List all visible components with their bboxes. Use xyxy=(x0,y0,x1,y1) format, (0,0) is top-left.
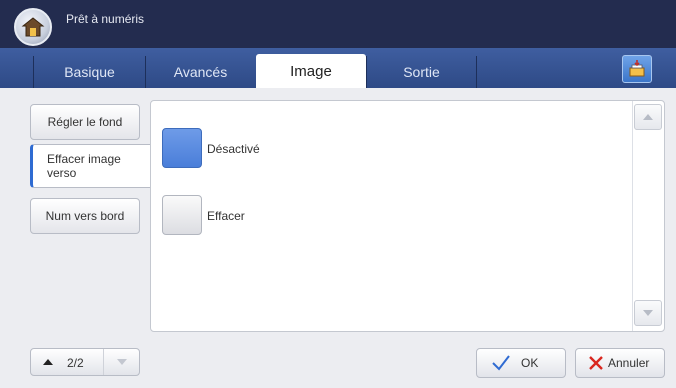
tab-divider xyxy=(476,56,477,88)
option-effacer-button[interactable] xyxy=(162,195,202,235)
close-icon xyxy=(589,356,603,370)
sidebar-item-num-vers-bord[interactable]: Num vers bord xyxy=(30,198,140,234)
status-title: Prêt à numéris xyxy=(66,12,145,26)
scrollbar-track[interactable] xyxy=(632,101,664,331)
tab-avances[interactable]: Avancés xyxy=(145,56,255,88)
triangle-down-icon xyxy=(643,310,653,316)
triangle-up-icon xyxy=(643,114,653,120)
tab-avances-label: Avancés xyxy=(173,64,228,80)
sidebar-item-label: Effacer image verso xyxy=(47,152,121,180)
triangle-down-icon xyxy=(116,359,127,365)
ok-button[interactable]: OK xyxy=(476,348,566,378)
tab-image-label: Image xyxy=(290,62,332,80)
option-desactive-label: Désactivé xyxy=(207,142,260,156)
triangle-up-icon xyxy=(43,359,53,365)
page-up-button[interactable] xyxy=(31,349,65,375)
home-icon xyxy=(21,17,45,37)
tab-basique-label: Basique xyxy=(64,64,115,80)
checkmark-icon xyxy=(492,355,510,371)
scroll-up-button[interactable] xyxy=(634,104,662,130)
tab-sortie-label: Sortie xyxy=(403,64,440,80)
tab-basique[interactable]: Basique xyxy=(33,56,145,88)
job-list-button[interactable] xyxy=(622,55,652,83)
option-effacer-label: Effacer xyxy=(207,209,245,223)
job-list-icon xyxy=(629,60,645,77)
page-indicator: 2/2 xyxy=(67,356,84,370)
sidebar-item-label: Régler le fond xyxy=(47,115,123,129)
cancel-button[interactable]: Annuler xyxy=(575,348,665,378)
sidebar-item-effacer-image-verso[interactable]: Effacer image verso xyxy=(30,144,154,188)
top-bar: Prêt à numéris xyxy=(0,0,676,48)
scroll-down-button[interactable] xyxy=(634,300,662,326)
sidebar-item-label: Num vers bord xyxy=(45,209,125,223)
option-desactive-button[interactable] xyxy=(162,128,202,168)
home-button[interactable] xyxy=(14,8,52,46)
page-down-button[interactable] xyxy=(103,349,139,375)
tab-sortie[interactable]: Sortie xyxy=(366,56,476,88)
page-navigator: 2/2 xyxy=(30,348,140,376)
ok-label: OK xyxy=(521,356,539,370)
tab-bar: Basique Avancés Image Sortie xyxy=(0,48,676,88)
tab-image[interactable]: Image xyxy=(256,54,366,88)
cancel-label: Annuler xyxy=(608,356,650,370)
sidebar-item-regler-le-fond[interactable]: Régler le fond xyxy=(30,104,140,140)
